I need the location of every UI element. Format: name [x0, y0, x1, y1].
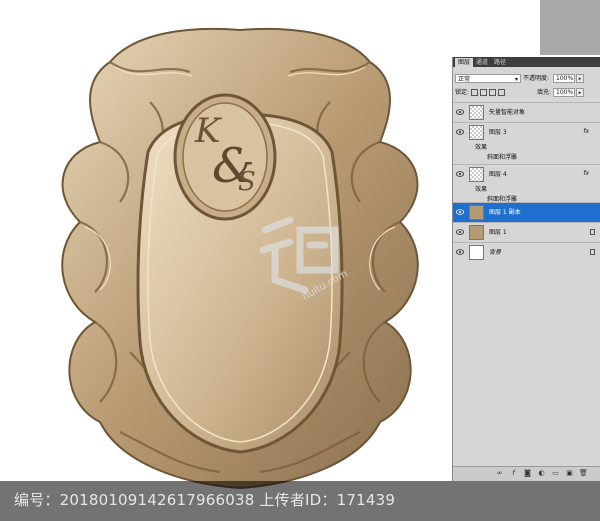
bevel-emboss-label: 斜面和浮雕	[487, 154, 518, 161]
lock-row: 锁定:	[455, 88, 507, 97]
layer-thumbnail	[469, 167, 484, 182]
fill-input[interactable]: 100%	[553, 88, 575, 97]
lock-transparency-icon[interactable]	[470, 89, 478, 96]
visibility-eye-icon[interactable]	[456, 229, 464, 235]
fill-arrow-icon[interactable]: ▸	[576, 88, 584, 97]
panel-tabs: 图层 通道 路径	[453, 57, 600, 67]
bevel-emboss-row[interactable]: 斜面和浮雕	[453, 152, 600, 164]
layer-name: 图层 4	[489, 171, 507, 178]
visibility-eye-icon[interactable]	[456, 209, 464, 215]
tab-paths[interactable]: 路径	[491, 58, 509, 67]
layer-row-layer-4[interactable]: 图层 4 fx	[453, 164, 600, 184]
layer-thumbnail	[469, 225, 484, 240]
monogram-s: S	[238, 167, 256, 197]
fx-icon[interactable]: fx	[583, 170, 589, 177]
lock-icon	[590, 229, 595, 235]
blend-mode-select[interactable]: 正常 ▾	[455, 74, 521, 83]
add-style-icon[interactable]: f	[509, 469, 518, 478]
tab-layers[interactable]: 图层	[455, 58, 474, 67]
adjustment-layer-icon[interactable]: ◐	[537, 469, 546, 478]
layer-name: 背景	[489, 249, 502, 256]
layer-thumbnail	[469, 105, 484, 120]
layer-row-layer-3[interactable]: 图层 3 fx	[453, 122, 600, 142]
add-mask-icon[interactable]: ◙	[523, 469, 532, 478]
layer-thumbnail	[469, 125, 484, 140]
layer-name: 图层 1	[489, 229, 507, 236]
tab-channels[interactable]: 通道	[473, 58, 491, 67]
ornamental-shield-artwork: K & S	[61, 27, 419, 490]
layer-name: 图层 3	[489, 129, 507, 136]
link-layers-icon[interactable]: ∞	[495, 469, 504, 478]
image-id-footer: 编号：20180109142617966038 上传者ID：171439	[0, 481, 600, 521]
document-canvas[interactable]: K & S huitu.com	[0, 0, 450, 521]
visibility-eye-icon[interactable]	[456, 171, 464, 177]
lock-paint-icon[interactable]	[479, 89, 487, 96]
canvas-background-gray	[540, 0, 600, 55]
layer-row-vector-smart-object[interactable]: 矢量智能对象	[453, 102, 600, 122]
trash-icon[interactable]: 🗑	[579, 469, 588, 478]
layer-row-background[interactable]: 背景	[453, 242, 600, 262]
opacity-input[interactable]: 100%	[553, 74, 575, 83]
footer-text: 编号：20180109142617966038 上传者ID：171439	[14, 491, 396, 509]
blend-mode-value: 正常	[458, 76, 471, 83]
layer-name: 矢量智能对象	[489, 109, 526, 116]
visibility-eye-icon[interactable]	[456, 249, 464, 255]
layer-thumbnail	[469, 205, 484, 220]
opacity-arrow-icon[interactable]: ▸	[576, 74, 584, 83]
fx-icon[interactable]: fx	[583, 128, 589, 135]
panel-bottom-toolbar: ∞ f ◙ ◐ ▭ ▣ 🗑	[453, 466, 600, 481]
chevron-down-icon: ▾	[514, 76, 518, 83]
opacity-label: 不透明度:	[523, 75, 550, 82]
lock-icon	[590, 249, 595, 255]
lock-all-icon[interactable]	[497, 89, 505, 96]
lock-move-icon[interactable]	[488, 89, 496, 96]
layer-row-layer-1[interactable]: 图层 1	[453, 222, 600, 242]
new-group-icon[interactable]: ▭	[551, 469, 560, 478]
fill-label: 填充:	[537, 89, 552, 96]
layer-thumbnail	[469, 245, 484, 260]
visibility-eye-icon[interactable]	[456, 129, 464, 135]
new-layer-icon[interactable]: ▣	[565, 469, 574, 478]
layers-panel: 图层 通道 路径 正常 ▾ 不透明度: 100% ▸ 锁定: 填充: 100% …	[452, 57, 600, 481]
visibility-eye-icon[interactable]	[456, 109, 464, 115]
lock-label: 锁定:	[455, 89, 470, 96]
layer-name: 图层 1 副本	[489, 209, 521, 216]
layer-row-layer-1-copy[interactable]: 图层 1 副本	[453, 202, 600, 222]
